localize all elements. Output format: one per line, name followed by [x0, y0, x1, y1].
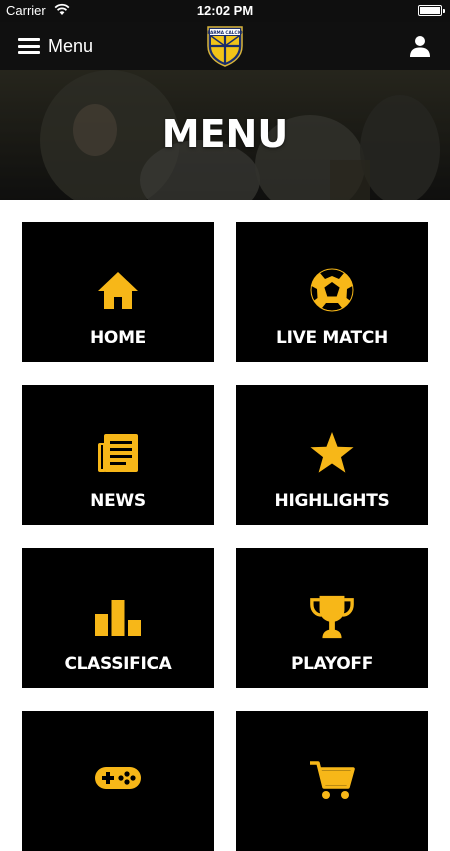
tile-shop[interactable] [236, 711, 428, 851]
battery-icon [418, 5, 445, 16]
tile-label: PLAYOFF [290, 654, 374, 674]
tile-highlights[interactable]: HIGHLIGHTS [236, 385, 428, 525]
user-icon[interactable] [408, 34, 432, 58]
hamburger-icon [18, 38, 40, 54]
tile-news[interactable]: NEWS [22, 385, 214, 525]
newspaper-icon [98, 434, 138, 472]
trophy-icon [310, 595, 354, 639]
svg-text:PARMA CALCIO: PARMA CALCIO [207, 30, 243, 35]
menu-button-label: Menu [48, 35, 94, 56]
tile-home[interactable]: HOME [22, 222, 214, 362]
soccer-ball-icon [310, 268, 354, 312]
home-icon [98, 272, 138, 309]
gamepad-icon [95, 767, 141, 789]
page-title: MENU [161, 112, 289, 156]
tile-label: HIGHLIGHTS [274, 491, 390, 511]
status-bar: Carrier 12:02 PM [0, 0, 450, 22]
tile-label: HOME [89, 328, 146, 348]
tile-classifica[interactable]: CLASSIFICA [22, 548, 214, 688]
tile-label: CLASSIFICA [64, 654, 172, 674]
star-icon [310, 431, 354, 473]
parma-calcio-crest-logo[interactable]: PARMA CALCIO [205, 24, 245, 68]
tile-label: LIVE MATCH [276, 328, 388, 348]
menu-button[interactable]: Menu [18, 34, 93, 58]
tile-playoff[interactable]: PLAYOFF [236, 548, 428, 688]
podium-icon [95, 600, 141, 636]
top-nav-bar: Menu PARMA CALCIO [0, 22, 450, 70]
hero-banner: MENU [0, 70, 450, 200]
tile-label: NEWS [90, 491, 146, 511]
tile-live-match[interactable]: LIVE MATCH [236, 222, 428, 362]
shopping-cart-icon [310, 761, 355, 799]
tile-games[interactable] [22, 711, 214, 851]
clock: 12:02 PM [196, 3, 254, 18]
